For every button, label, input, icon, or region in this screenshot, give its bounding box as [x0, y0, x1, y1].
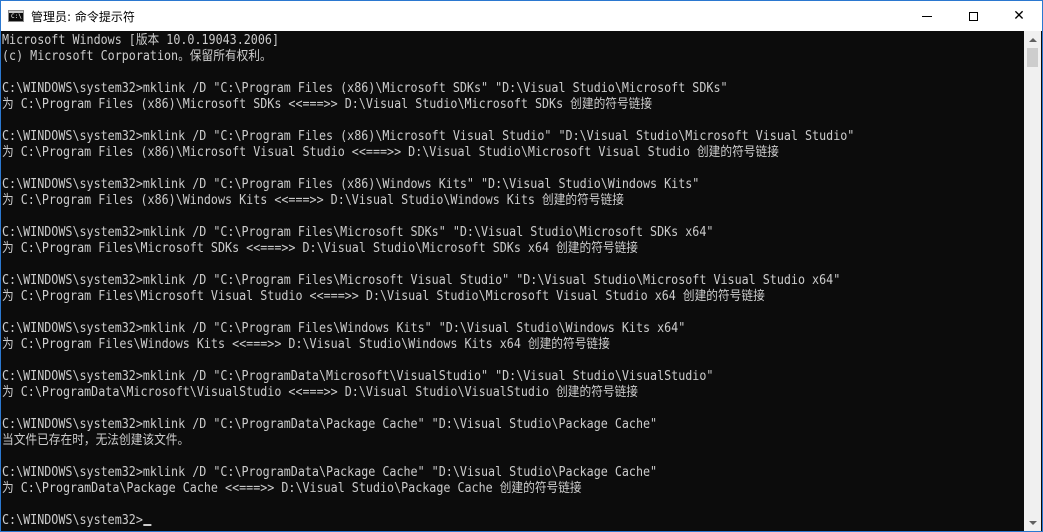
arrow-up-icon — [1028, 37, 1037, 42]
console-line: 为 C:\Program Files (x86)\Microsoft SDKs … — [2, 97, 653, 112]
console-line: C:\WINDOWS\system32>mklink /D "C:\Progra… — [2, 225, 714, 240]
console-line: C:\WINDOWS\system32>mklink /D "C:\Progra… — [2, 465, 658, 480]
console-line: C:\WINDOWS\system32>mklink /D "C:\Progra… — [2, 273, 841, 288]
prompt-text: C:\WINDOWS\system32> — [2, 513, 143, 528]
console-line: 为 C:\Program Files\Windows Kits <<===>> … — [2, 337, 610, 352]
console-output[interactable]: Microsoft Windows [版本 10.0.19043.2006] (c… — [1, 31, 1024, 531]
console-line: C:\WINDOWS\system32>mklink /D "C:\Progra… — [2, 129, 855, 144]
console-line: 为 C:\ProgramData\Microsoft\VisualStudio … — [2, 385, 638, 400]
title-bar[interactable]: C:\ 管理员: 命令提示符 ✕ — [1, 1, 1042, 31]
arrow-down-icon — [1028, 520, 1037, 525]
app-icon-glyph: C:\ — [11, 13, 22, 20]
console-line: 为 C:\Program Files (x86)\Windows Kits <<… — [2, 193, 624, 208]
minimize-button[interactable] — [904, 1, 950, 31]
cmd-window: C:\ 管理员: 命令提示符 ✕ Microsoft Windows [版本 1… — [0, 0, 1043, 532]
scroll-down-button[interactable] — [1024, 514, 1041, 531]
console-line: C:\WINDOWS\system32>mklink /D "C:\Progra… — [2, 369, 714, 384]
minimize-icon — [922, 15, 932, 17]
command-prompt-icon[interactable]: C:\ — [8, 10, 24, 22]
console-line: 为 C:\Program Files\Microsoft SDKs <<===>… — [2, 241, 638, 256]
console-line: Microsoft Windows [版本 10.0.19043.2006] — [2, 33, 279, 48]
close-icon: ✕ — [1013, 8, 1025, 24]
console-line: C:\WINDOWS\system32>mklink /D "C:\Progra… — [2, 417, 658, 432]
scroll-thumb[interactable] — [1027, 48, 1038, 67]
maximize-icon — [968, 11, 978, 21]
maximize-button[interactable] — [950, 1, 996, 31]
console-line: C:\WINDOWS\system32>mklink /D "C:\Progra… — [2, 177, 700, 192]
text-cursor — [142, 524, 151, 526]
prompt-line[interactable]: C:\WINDOWS\system32> — [2, 513, 151, 529]
console-line: (c) Microsoft Corporation。保留所有权利。 — [2, 49, 272, 64]
scroll-up-button[interactable] — [1024, 31, 1041, 48]
console-line: 当文件已存在时，无法创建该文件。 — [2, 433, 190, 448]
window-title: 管理员: 命令提示符 — [31, 9, 135, 24]
console-line: 为 C:\Program Files (x86)\Microsoft Visua… — [2, 145, 779, 160]
console-line: 为 C:\Program Files\Microsoft Visual Stud… — [2, 289, 765, 304]
console-line: C:\WINDOWS\system32>mklink /D "C:\Progra… — [2, 81, 728, 96]
close-button[interactable]: ✕ — [996, 1, 1042, 31]
console-line: C:\WINDOWS\system32>mklink /D "C:\Progra… — [2, 321, 686, 336]
console-line: 为 C:\ProgramData\Package Cache <<===>> D… — [2, 481, 582, 496]
vertical-scrollbar[interactable] — [1024, 31, 1041, 531]
